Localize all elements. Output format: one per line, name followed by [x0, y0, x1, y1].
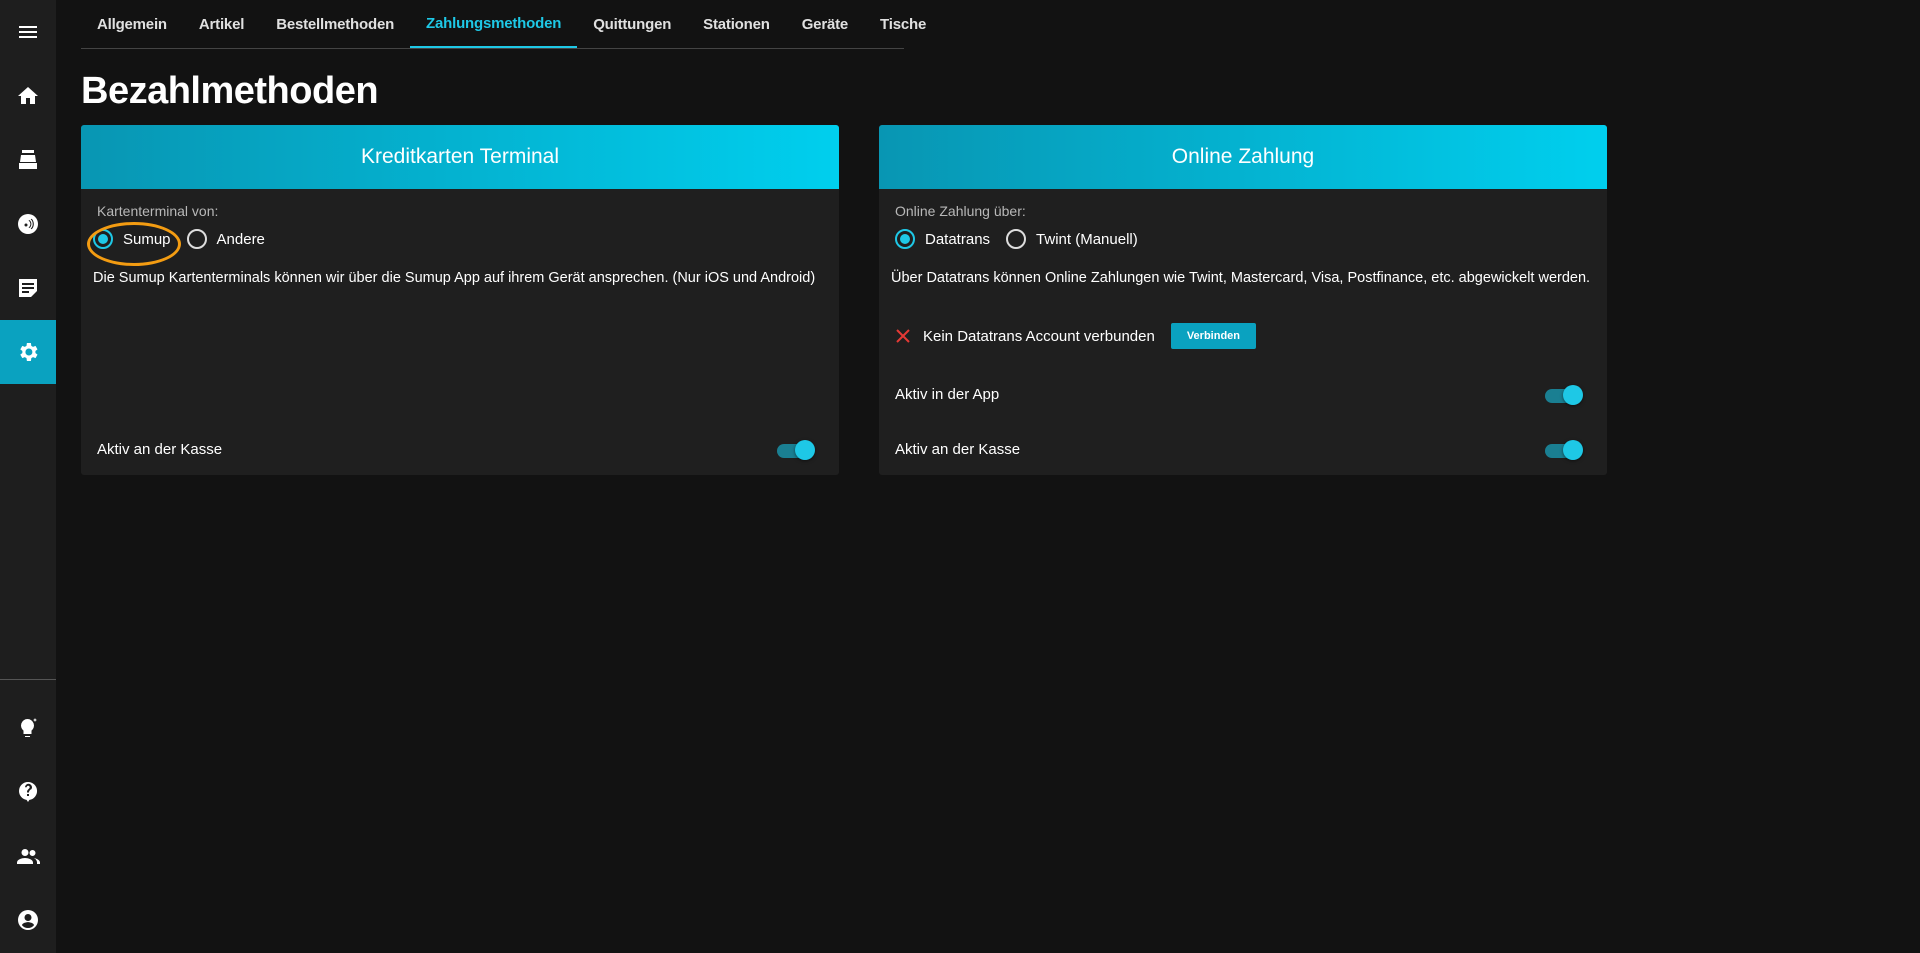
note-icon	[19, 279, 37, 297]
page-title: Bezahlmethoden	[81, 70, 379, 112]
sidebar-item-nfc[interactable]	[0, 192, 56, 256]
tab-artikel[interactable]: Artikel	[183, 0, 260, 48]
active-app-label: Aktiv in der App	[895, 385, 1000, 403]
sidebar	[0, 0, 56, 953]
toggle-thumb	[1563, 440, 1583, 460]
active-app-row: Aktiv in der App	[895, 379, 1591, 409]
users-icon	[17, 849, 40, 864]
settings-tabs: Allgemein Artikel Bestellmethoden Zahlun…	[81, 0, 926, 49]
sidebar-item-home[interactable]	[0, 64, 56, 128]
radio-label: Sumup	[123, 230, 171, 248]
account-icon	[18, 910, 38, 930]
sidebar-item-notes[interactable]	[0, 256, 56, 320]
tab-stationen[interactable]: Stationen	[687, 0, 786, 48]
radio-sumup[interactable]: Sumup	[93, 229, 171, 249]
active-pos-row: Aktiv an der Kasse	[895, 434, 1591, 464]
sidebar-item-settings[interactable]	[0, 320, 56, 384]
active-app-toggle[interactable]	[1545, 383, 1583, 405]
provider-radio-group: Datatrans Twint (Manuell)	[895, 229, 1154, 249]
radio-andere[interactable]: Andere	[186, 229, 265, 249]
menu-icon	[19, 26, 37, 38]
tab-allgemein[interactable]: Allgemein	[81, 0, 183, 48]
home-icon	[18, 87, 38, 104]
radio-checked-icon	[895, 229, 915, 249]
cash-register-icon	[19, 150, 37, 169]
toggle-thumb	[795, 440, 815, 460]
provider-label: Online Zahlung über:	[895, 203, 1026, 219]
lightbulb-icon	[21, 718, 37, 737]
tab-quittungen[interactable]: Quittungen	[577, 0, 687, 48]
sidebar-item-help[interactable]	[0, 760, 56, 824]
provider-label: Kartenterminal von:	[97, 203, 219, 219]
active-pos-toggle[interactable]	[777, 438, 815, 460]
menu-button[interactable]	[0, 0, 56, 64]
radio-label: Andere	[216, 230, 265, 248]
radio-label: Datatrans	[925, 230, 991, 248]
radio-datatrans[interactable]: Datatrans	[895, 229, 990, 249]
radio-unchecked-icon	[186, 229, 207, 249]
provider-radio-group: Sumup Andere	[93, 229, 281, 249]
terminal-description: Die Sumup Kartenterminals können wir übe…	[93, 270, 816, 286]
main-content: Allgemein Artikel Bestellmethoden Zahlun…	[81, 0, 1920, 953]
online-description: Über Datatrans können Online Zahlungen w…	[891, 270, 1591, 286]
active-pos-label: Aktiv an der Kasse	[97, 440, 223, 458]
card-title: Kreditkarten Terminal	[81, 125, 839, 189]
card-credit-card-terminal: Kreditkarten Terminal Kartenterminal von…	[81, 125, 839, 475]
sidebar-divider	[0, 679, 56, 680]
nfc-icon	[18, 214, 38, 234]
sidebar-item-cash-register[interactable]	[0, 128, 56, 192]
radio-checked-icon	[93, 229, 113, 249]
sidebar-item-ideas[interactable]	[0, 696, 56, 760]
card-online-payment: Online Zahlung Online Zahlung über: Data…	[879, 125, 1607, 475]
radio-twint-manuell[interactable]: Twint (Manuell)	[1006, 229, 1138, 249]
connect-button[interactable]: Verbinden	[1170, 323, 1257, 349]
gear-icon	[20, 343, 38, 361]
active-pos-label: Aktiv an der Kasse	[895, 440, 1021, 458]
card-title: Online Zahlung	[879, 125, 1607, 189]
help-icon	[19, 781, 38, 802]
toggle-thumb	[1563, 385, 1583, 405]
close-icon	[896, 329, 910, 343]
radio-label: Twint (Manuell)	[1036, 230, 1138, 248]
tab-geraete[interactable]: Geräte	[786, 0, 864, 48]
radio-unchecked-icon	[1006, 229, 1027, 249]
status-text: Kein Datatrans Account verbunden	[923, 327, 1155, 345]
active-pos-toggle[interactable]	[1545, 438, 1583, 460]
tab-bestellmethoden[interactable]: Bestellmethoden	[260, 0, 410, 48]
active-pos-row: Aktiv an der Kasse	[97, 434, 823, 464]
card-body: Kartenterminal von: Sumup Andere Die Sum…	[81, 189, 839, 475]
card-body: Online Zahlung über: Datatrans Twint (Ma…	[879, 189, 1607, 475]
tab-tische[interactable]: Tische	[864, 0, 942, 48]
tab-zahlungsmethoden[interactable]: Zahlungsmethoden	[410, 0, 578, 48]
sidebar-item-account[interactable]	[0, 888, 56, 952]
datatrans-status: Kein Datatrans Account verbunden Verbind…	[895, 323, 1257, 349]
sidebar-item-users[interactable]	[0, 824, 56, 888]
